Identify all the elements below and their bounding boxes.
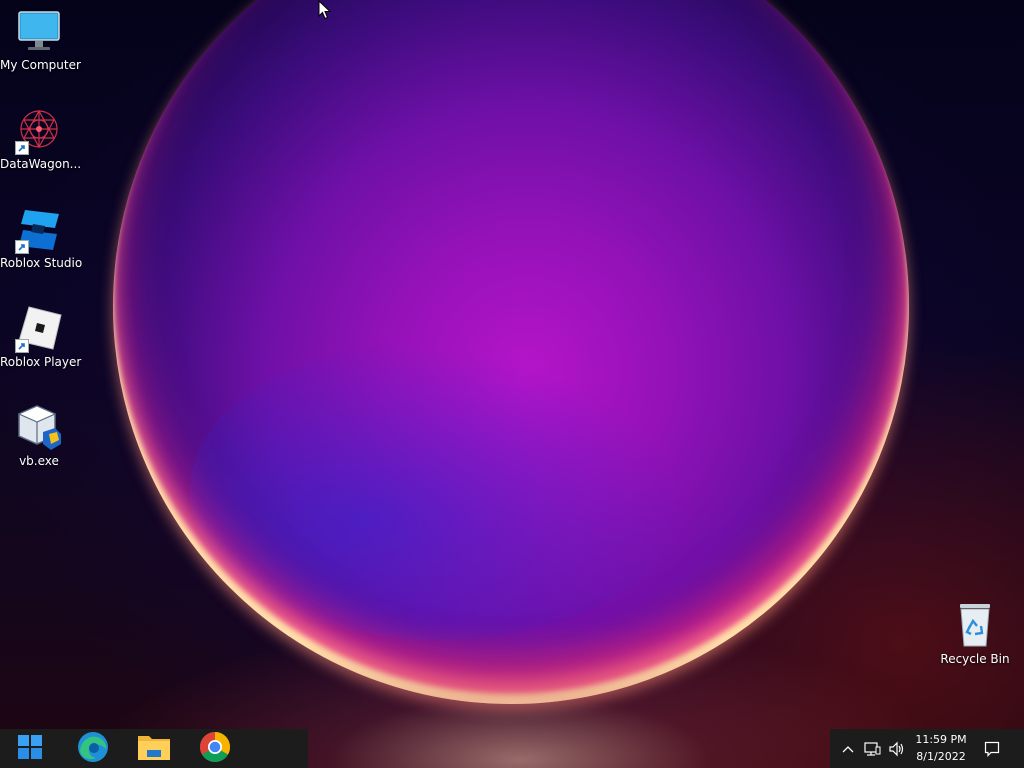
desktop-icon-roblox-player[interactable]: Roblox Player (0, 305, 82, 370)
taskbar (0, 729, 308, 768)
desktop-icon-vb-exe[interactable]: vb.exe (0, 404, 78, 469)
desktop-icon-recycle-bin[interactable]: Recycle Bin (936, 602, 1014, 667)
desktop-icon-datawagon[interactable]: DataWagon... (0, 107, 82, 172)
system-tray: 11:59 PM 8/1/2022 (830, 729, 1024, 768)
volume-icon[interactable] (887, 729, 907, 768)
windows-start-icon (17, 734, 43, 764)
taskbar-clock[interactable]: 11:59 PM 8/1/2022 (914, 731, 968, 767)
roblox-studio-icon (15, 206, 63, 254)
chevron-up-icon[interactable] (840, 729, 856, 768)
desktop-icon-label: vb.exe (19, 454, 59, 468)
taskbar-chrome-button[interactable] (191, 729, 239, 768)
edge-icon (77, 731, 109, 767)
chrome-icon (199, 731, 231, 767)
desktop-icon-roblox-studio[interactable]: Roblox Studio (0, 206, 83, 271)
shortcut-arrow-icon (15, 240, 29, 254)
network-icon[interactable] (862, 729, 882, 768)
desktop-icon-label: Roblox Player (0, 355, 82, 369)
desktop-icon-label: My Computer (0, 58, 81, 72)
file-explorer-icon (137, 732, 171, 766)
desktop-icon-label: Roblox Studio (0, 256, 83, 270)
recycle-bin-icon (951, 602, 999, 650)
clock-date: 8/1/2022 (916, 750, 966, 763)
taskbar-edge-button[interactable] (69, 729, 117, 768)
start-button[interactable] (6, 729, 54, 768)
shortcut-arrow-icon (15, 339, 29, 353)
roblox-player-icon (15, 305, 63, 353)
mouse-cursor-icon (318, 0, 332, 24)
desktop-icon-label: Recycle Bin (940, 652, 1010, 666)
notification-icon[interactable] (982, 729, 1002, 768)
monitor-icon (15, 8, 63, 56)
virtualbox-icon (15, 404, 63, 452)
shortcut-arrow-icon (15, 141, 29, 155)
desktop-icon-my-computer[interactable]: My Computer (0, 8, 81, 73)
desktop-icon-label: DataWagon... (0, 157, 82, 171)
taskbar-file-explorer-button[interactable] (130, 729, 178, 768)
wallpaper-bottom-glow (0, 0, 1024, 768)
desktop: My Computer DataWagon... Roblox Studio R… (0, 0, 1024, 768)
clock-time: 11:59 PM (915, 733, 967, 746)
datawagon-icon (15, 107, 63, 155)
